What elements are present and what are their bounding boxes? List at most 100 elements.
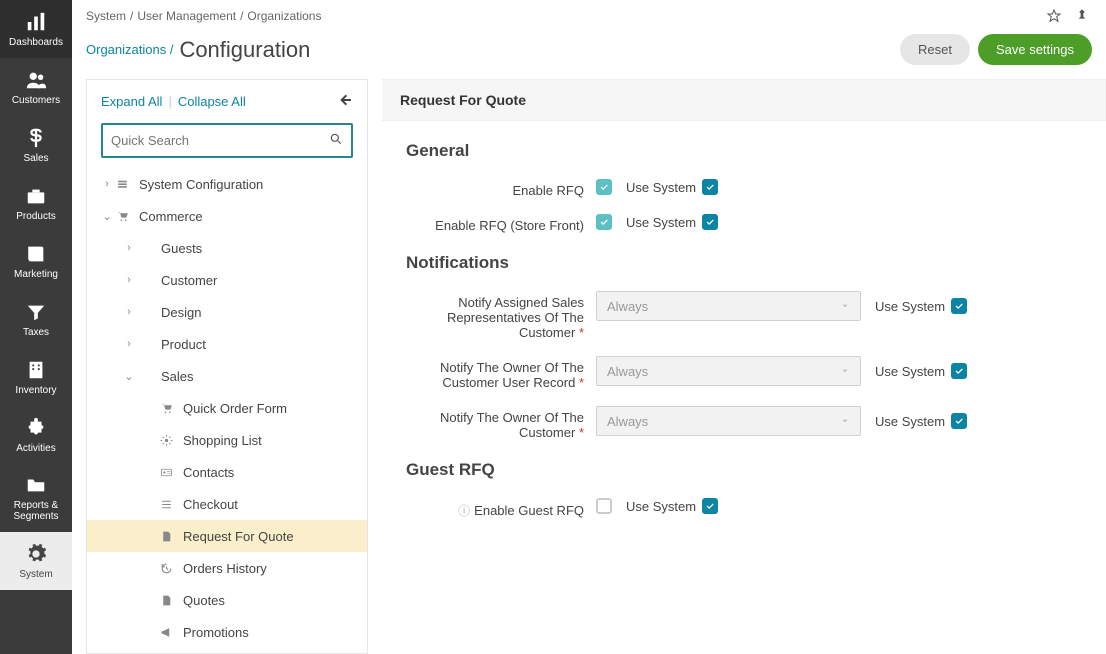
tree-item-request-for-quote[interactable]: Request For Quote: [87, 520, 367, 552]
row-notify-sales-reps: Notify Assigned Sales Representatives Of…: [406, 291, 1082, 340]
nav-label: Marketing: [14, 269, 58, 280]
caret-down-icon: ⌄: [101, 210, 113, 223]
tree-item-shopping-list[interactable]: Shopping List: [87, 424, 367, 456]
cart-icon: [113, 210, 131, 223]
use-system-label: Use System: [626, 215, 696, 230]
section-heading-general: General: [406, 141, 1082, 161]
tree-item-sales[interactable]: ⌄Sales: [87, 360, 367, 392]
briefcase-icon: [25, 185, 47, 207]
form-panel: Request For Quote General Enable RFQ Use…: [382, 79, 1106, 654]
checkbox-enable-guest-rfq[interactable]: [596, 498, 612, 514]
page-title: Configuration: [179, 37, 310, 63]
folder-icon: [25, 474, 47, 496]
use-system-label: Use System: [875, 299, 945, 314]
nav-reports[interactable]: Reports & Segments: [0, 464, 72, 532]
caret-right-icon: ›: [101, 178, 113, 190]
info-icon[interactable]: ⓘ: [458, 504, 470, 518]
caret-right-icon: ›: [123, 306, 135, 318]
caret-down-icon: [840, 299, 850, 314]
cog-stack-icon: [113, 178, 131, 191]
pin-icon[interactable]: [1072, 6, 1092, 26]
arrow-left-icon[interactable]: [337, 92, 353, 111]
nav-inventory[interactable]: Inventory: [0, 348, 72, 406]
dollar-icon: [25, 127, 47, 149]
nav-customers[interactable]: Customers: [0, 58, 72, 116]
tree-item-label: Commerce: [139, 209, 203, 224]
search-icon[interactable]: [321, 132, 351, 149]
nav-label: Activities: [16, 443, 55, 454]
tree-item-label: Contacts: [183, 465, 234, 480]
nav-sales[interactable]: Sales: [0, 116, 72, 174]
nav-dashboards[interactable]: Dashboards: [0, 0, 72, 58]
field-label: Notify Assigned Sales Representatives Of…: [406, 291, 596, 340]
search-input[interactable]: [103, 125, 321, 156]
tree-item-label: Guests: [161, 241, 202, 256]
checkbox-use-system[interactable]: [951, 298, 967, 314]
checkbox-use-system[interactable]: [951, 413, 967, 429]
caret-right-icon: ›: [123, 338, 135, 350]
select-notify-sales-reps: Always: [596, 291, 861, 321]
tree-item-customer[interactable]: › Customer: [87, 264, 367, 296]
checkbox-use-system[interactable]: [702, 214, 718, 230]
tree-item-label: Sales: [161, 369, 194, 384]
tree-item-product[interactable]: › Product: [87, 328, 367, 360]
tree-item-label: Quick Order Form: [183, 401, 287, 416]
nav-taxes[interactable]: Taxes: [0, 290, 72, 348]
tree-item-quotes[interactable]: Quotes: [87, 584, 367, 616]
tree-item-label: Orders History: [183, 561, 267, 576]
gear-icon: [25, 543, 47, 565]
collapse-all-link[interactable]: Collapse All: [178, 94, 246, 109]
tree-item-label: Product: [161, 337, 206, 352]
field-label: ⓘEnable Guest RFQ: [406, 498, 596, 519]
tree-item-promotions[interactable]: Promotions: [87, 616, 367, 648]
history-icon: [157, 562, 175, 575]
tree-item-guests[interactable]: › Guests: [87, 232, 367, 264]
tree-item-design[interactable]: ›Design: [87, 296, 367, 328]
save-button[interactable]: Save settings: [978, 34, 1092, 65]
star-icon[interactable]: [1044, 6, 1064, 26]
section-heading-notifications: Notifications: [406, 253, 1082, 273]
checkbox-enable-rfq[interactable]: [596, 179, 612, 195]
book-icon: [25, 243, 47, 265]
breadcrumb-segment[interactable]: System: [86, 9, 126, 23]
config-tree-panel: Expand All | Collapse All ›System Config…: [86, 79, 368, 654]
breadcrumb-segment[interactable]: Organizations: [247, 9, 321, 23]
tree-item-system-configuration[interactable]: ›System Configuration: [87, 168, 367, 200]
search-input-wrap: [101, 123, 353, 158]
cart-icon: [157, 402, 175, 415]
tree-item-checkout[interactable]: Checkout: [87, 488, 367, 520]
select-notify-owner-customer: Always: [596, 406, 861, 436]
tree-item-orders-history[interactable]: Orders History: [87, 552, 367, 584]
tree-item-label: Customer: [161, 273, 217, 288]
tree-scroll[interactable]: ›System Configuration ⌄ Commerce › Guests › Cu…: [87, 168, 367, 653]
tree-item-label: Shopping List: [183, 433, 262, 448]
tree-item-contacts[interactable]: Contacts: [87, 456, 367, 488]
nav-label: System: [19, 569, 52, 580]
checkbox-use-system[interactable]: [702, 179, 718, 195]
caret-right-icon: ›: [123, 274, 135, 286]
nav-marketing[interactable]: Marketing: [0, 232, 72, 290]
bar-chart-icon: [25, 11, 47, 33]
reset-button[interactable]: Reset: [900, 34, 970, 65]
caret-right-icon: ›: [123, 242, 135, 254]
nav-label: Products: [16, 211, 55, 222]
tree-item-label: Quotes: [183, 593, 225, 608]
tree-item-label: Checkout: [183, 497, 238, 512]
nav-activities[interactable]: Activities: [0, 406, 72, 464]
checkbox-use-system[interactable]: [702, 498, 718, 514]
tree-item-label: Promotions: [183, 625, 249, 640]
breadcrumb-segment[interactable]: User Management: [137, 9, 236, 23]
tree-item-quick-order-form[interactable]: Quick Order Form: [87, 392, 367, 424]
tree-item-commerce[interactable]: ⌄ Commerce: [87, 200, 367, 232]
checkbox-enable-rfq-storefront[interactable]: [596, 214, 612, 230]
use-system-label: Use System: [626, 499, 696, 514]
checkbox-use-system[interactable]: [951, 363, 967, 379]
filter-icon: [25, 301, 47, 323]
nav-system[interactable]: System: [0, 532, 72, 590]
row-notify-owner-user-record: Notify The Owner Of The Customer User Re…: [406, 356, 1082, 390]
nav-label: Customers: [12, 95, 60, 106]
gear-icon: [157, 434, 175, 447]
title-breadcrumb-link[interactable]: Organizations /: [86, 42, 173, 57]
nav-products[interactable]: Products: [0, 174, 72, 232]
expand-all-link[interactable]: Expand All: [101, 94, 162, 109]
